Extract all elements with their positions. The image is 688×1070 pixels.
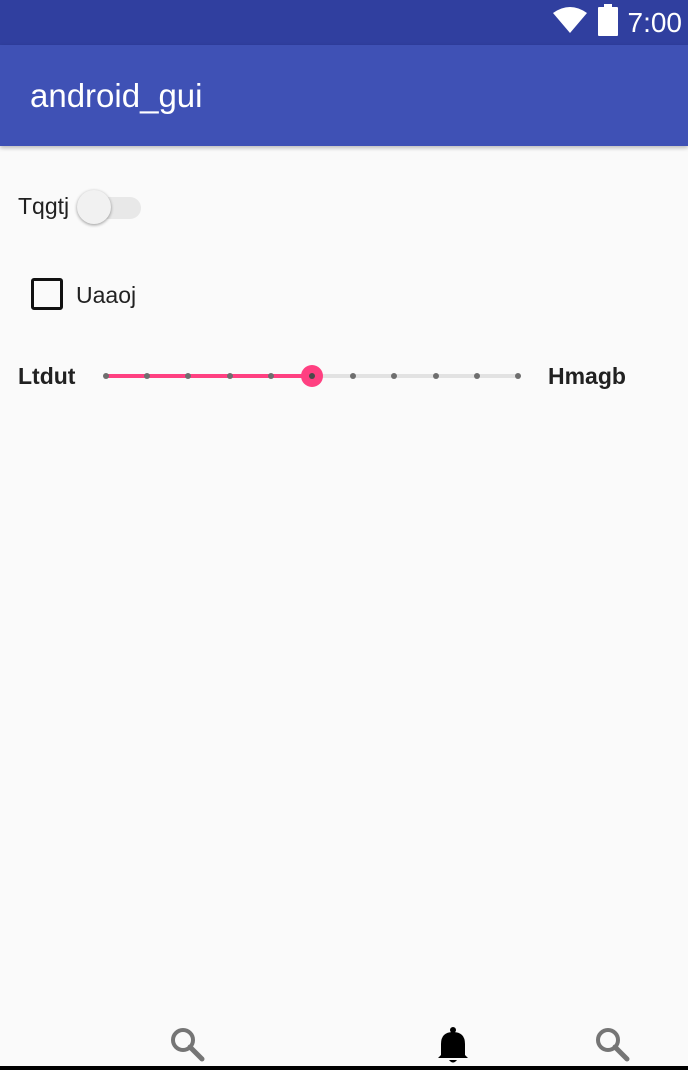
slider-tick xyxy=(267,373,274,379)
nav-notifications-button[interactable] xyxy=(433,1024,473,1064)
slider-fill xyxy=(106,374,312,378)
nav-search-button[interactable] xyxy=(592,1024,632,1064)
main-content: Tqgtj Uaaoj Ltdut Hmagb xyxy=(0,146,688,1036)
slider-right-label: Hmagb xyxy=(548,363,626,389)
status-icons: 7:00 xyxy=(552,0,683,45)
slider-tick xyxy=(226,373,233,379)
status-bar: 7:00 xyxy=(0,0,688,45)
slider-tick xyxy=(144,373,151,379)
system-bottom-edge xyxy=(0,1066,688,1070)
slider-thumb[interactable] xyxy=(301,365,323,387)
slider-tick xyxy=(391,373,398,379)
discrete-slider[interactable] xyxy=(103,365,521,387)
wifi-icon xyxy=(552,6,588,39)
switch-label: Tqgtj xyxy=(18,193,70,219)
slider-thumb-dot xyxy=(309,373,315,379)
slider-row: Ltdut Hmagb xyxy=(0,356,688,396)
slider-tick xyxy=(515,373,521,379)
switch-thumb[interactable] xyxy=(77,190,111,224)
slider-left-label: Ltdut xyxy=(18,363,76,389)
bottom-navigation xyxy=(0,1020,688,1070)
checkbox[interactable] xyxy=(31,278,63,310)
slider-tick xyxy=(185,373,192,379)
nav-search-button[interactable] xyxy=(167,1024,207,1064)
slider-tick xyxy=(432,373,439,379)
checkbox-label: Uaaoj xyxy=(76,282,137,308)
slider-tick xyxy=(103,373,109,379)
battery-icon xyxy=(597,4,618,41)
app-bar: android_gui xyxy=(0,45,688,146)
status-time: 7:00 xyxy=(627,6,683,38)
slider-tick xyxy=(473,373,480,379)
app-title: android_gui xyxy=(30,77,203,114)
slider-tick xyxy=(350,373,357,379)
